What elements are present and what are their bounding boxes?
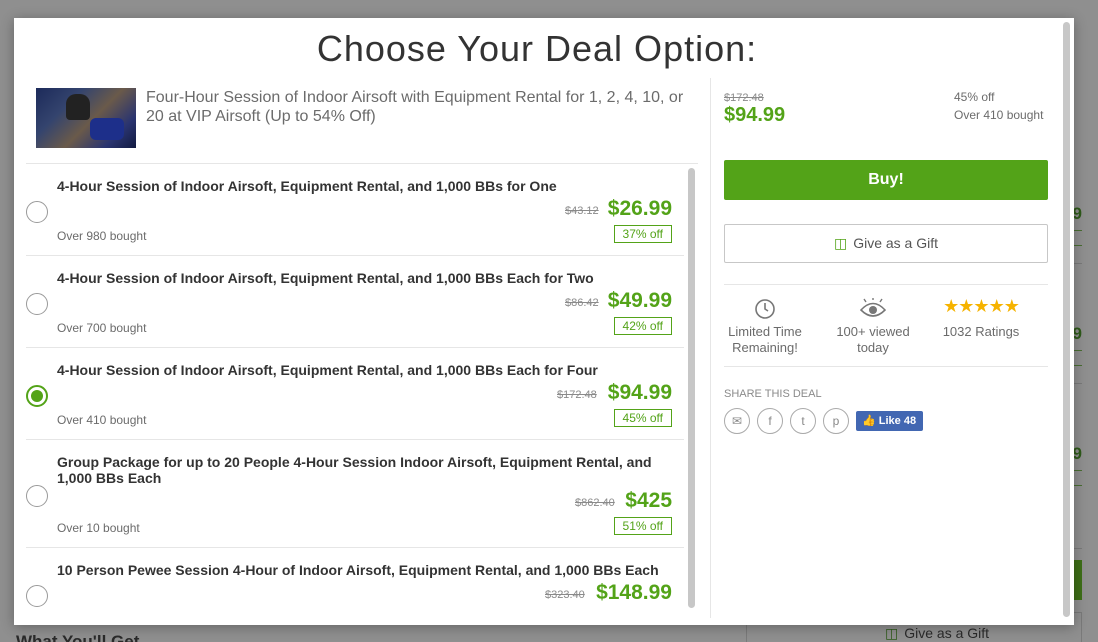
deal-header: Four-Hour Session of Indoor Airsoft with… <box>36 88 696 150</box>
like-count: 48 <box>903 415 917 427</box>
facebook-icon[interactable]: f <box>757 408 783 434</box>
option-radio[interactable] <box>26 585 48 607</box>
facebook-like-button[interactable]: 👍 Like 48 <box>856 411 923 431</box>
option-discount-badge: 45% off <box>613 409 672 427</box>
option-price: $425 <box>625 489 672 512</box>
option-discount-badge: 37% off <box>613 225 672 243</box>
option-title: 4-Hour Session of Indoor Airsoft, Equipm… <box>57 362 598 378</box>
buy-button[interactable]: Buy! <box>724 160 1048 200</box>
option-bought-count: Over 10 bought <box>57 521 140 535</box>
stars-icon: ★★★★★ <box>943 296 1020 316</box>
option-price: $49.99 <box>607 289 672 312</box>
give-as-gift-button[interactable]: ◫ Give as a Gift <box>724 224 1048 263</box>
option-old-price: $86.42 <box>565 297 599 309</box>
option-radio[interactable] <box>26 201 48 223</box>
option-bought-count: Over 980 bought <box>57 229 147 243</box>
option-radio[interactable] <box>26 485 48 507</box>
option-old-price: $172.48 <box>557 389 597 401</box>
deal-option[interactable]: 4-Hour Session of Indoor Airsoft, Equipm… <box>26 164 684 256</box>
summary-bought-count: Over 410 bought <box>954 108 1044 122</box>
modal-title: Choose Your Deal Option: <box>316 28 758 69</box>
option-old-price: $323.40 <box>545 589 585 601</box>
option-bought-count: Over 700 bought <box>57 321 147 335</box>
summary-discount: 45% off <box>954 90 995 104</box>
option-title: 10 Person Pewee Session 4-Hour of Indoor… <box>57 562 659 578</box>
option-title: 4-Hour Session of Indoor Airsoft, Equipm… <box>57 178 557 194</box>
option-discount-badge: 51% off <box>613 517 672 535</box>
options-list: 4-Hour Session of Indoor Airsoft, Equipm… <box>26 163 698 625</box>
option-title: Group Package for up to 20 People 4-Hour… <box>57 454 652 486</box>
divider <box>724 366 1048 367</box>
gift-icon: ◫ <box>885 625 899 641</box>
ratings-feature: ★★★★★ 1032 Ratings <box>927 296 1035 340</box>
limited-time-label: Limited Time Remaining! <box>728 324 802 355</box>
gift-label: Give as a Gift <box>853 235 939 251</box>
option-discount-badge: 42% off <box>613 317 672 335</box>
views-label: 100+ viewed today <box>836 324 910 355</box>
option-bought-count: Over 410 bought <box>57 413 147 427</box>
deal-options-modal: Choose Your Deal Option: Four-Hour Sessi… <box>14 18 1074 625</box>
summary-price: $94.99 <box>724 104 786 126</box>
deal-thumbnail <box>36 88 136 148</box>
option-title: 4-Hour Session of Indoor Airsoft, Equipm… <box>57 270 594 286</box>
option-old-price: $43.12 <box>565 205 599 217</box>
views-feature: 100+ viewed today <box>819 297 927 356</box>
deal-title: Four-Hour Session of Indoor Airsoft with… <box>146 89 684 125</box>
option-price: $26.99 <box>607 197 672 220</box>
share-label: SHARE THIS DEAL <box>724 388 822 400</box>
clock-icon <box>711 298 819 320</box>
option-price: $94.99 <box>607 381 672 404</box>
deal-option[interactable]: Group Package for up to 20 People 4-Hour… <box>26 440 684 548</box>
background-heading: What You'll Get <box>16 632 140 642</box>
deal-summary-panel: $172.48 $94.99 45% off Over 410 bought B… <box>710 78 1064 618</box>
modal-scrollbar[interactable] <box>1063 22 1070 617</box>
gift-icon: ◫ <box>833 235 848 251</box>
limited-time-feature: Limited Time Remaining! <box>711 298 819 356</box>
options-scrollbar[interactable] <box>688 168 695 608</box>
deal-option[interactable]: 4-Hour Session of Indoor Airsoft, Equipm… <box>26 256 684 348</box>
email-icon[interactable]: ✉ <box>724 408 750 434</box>
like-label: Like <box>878 415 901 427</box>
pinterest-icon[interactable]: p <box>823 408 849 434</box>
deal-option-selected[interactable]: 4-Hour Session of Indoor Airsoft, Equipm… <box>26 348 684 440</box>
option-radio-selected[interactable] <box>26 385 48 407</box>
option-radio[interactable] <box>26 293 48 315</box>
eye-icon <box>819 297 927 320</box>
ratings-label: 1032 Ratings <box>942 324 1020 339</box>
deal-option[interactable]: 10 Person Pewee Session 4-Hour of Indoor… <box>26 548 684 625</box>
summary-old-price: $172.48 <box>724 92 764 104</box>
option-old-price: $862.40 <box>575 497 615 509</box>
divider <box>724 284 1048 285</box>
twitter-icon[interactable]: t <box>790 408 816 434</box>
option-price: $148.99 <box>596 581 672 604</box>
